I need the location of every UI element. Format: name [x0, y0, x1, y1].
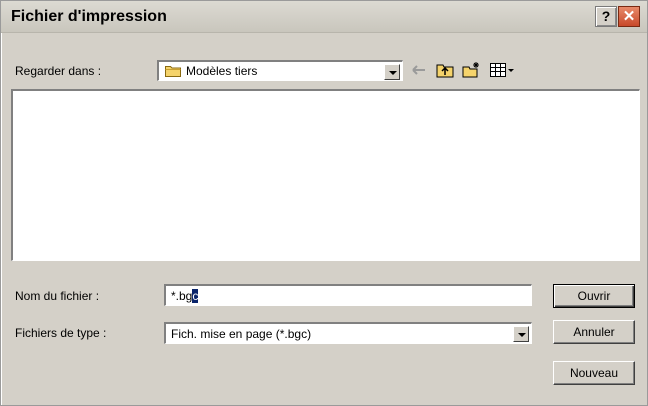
look-in-dropdown[interactable]: Modèles tiers: [157, 60, 403, 81]
new-button[interactable]: Nouveau: [553, 361, 635, 385]
folder-icon: [165, 66, 181, 77]
look-in-label: Regarder dans :: [15, 64, 102, 78]
file-type-label: Fichiers de type :: [15, 326, 107, 340]
title-bar[interactable]: Fichier d'impression ? ✕: [1, 1, 647, 33]
print-file-dialog: Fichier d'impression ? ✕ Regarder dans :…: [0, 0, 648, 406]
file-type-dropdown[interactable]: Fich. mise en page (*.bgc): [164, 322, 532, 344]
chevron-down-icon[interactable]: [513, 326, 529, 342]
help-button[interactable]: ?: [595, 6, 617, 27]
window-title: Fichier d'impression: [11, 8, 167, 25]
file-name-selection: c: [192, 289, 199, 303]
look-in-value: Modèles tiers: [186, 64, 258, 78]
up-folder-icon[interactable]: [435, 61, 455, 79]
view-menu-icon[interactable]: [489, 61, 515, 79]
file-name-field[interactable]: *.bgc: [164, 284, 532, 306]
file-type-value: Fich. mise en page (*.bgc): [171, 327, 312, 341]
file-name-label: Nom du fichier :: [15, 289, 100, 303]
back-arrow-icon[interactable]: [409, 61, 429, 79]
open-button[interactable]: Ouvrir: [553, 284, 635, 308]
file-name-value: *.bgc: [171, 289, 199, 303]
close-button[interactable]: ✕: [618, 6, 640, 27]
cancel-button[interactable]: Annuler: [553, 320, 635, 344]
new-folder-icon[interactable]: [461, 61, 481, 79]
chevron-down-icon[interactable]: [384, 64, 400, 80]
file-list[interactable]: [11, 89, 640, 261]
